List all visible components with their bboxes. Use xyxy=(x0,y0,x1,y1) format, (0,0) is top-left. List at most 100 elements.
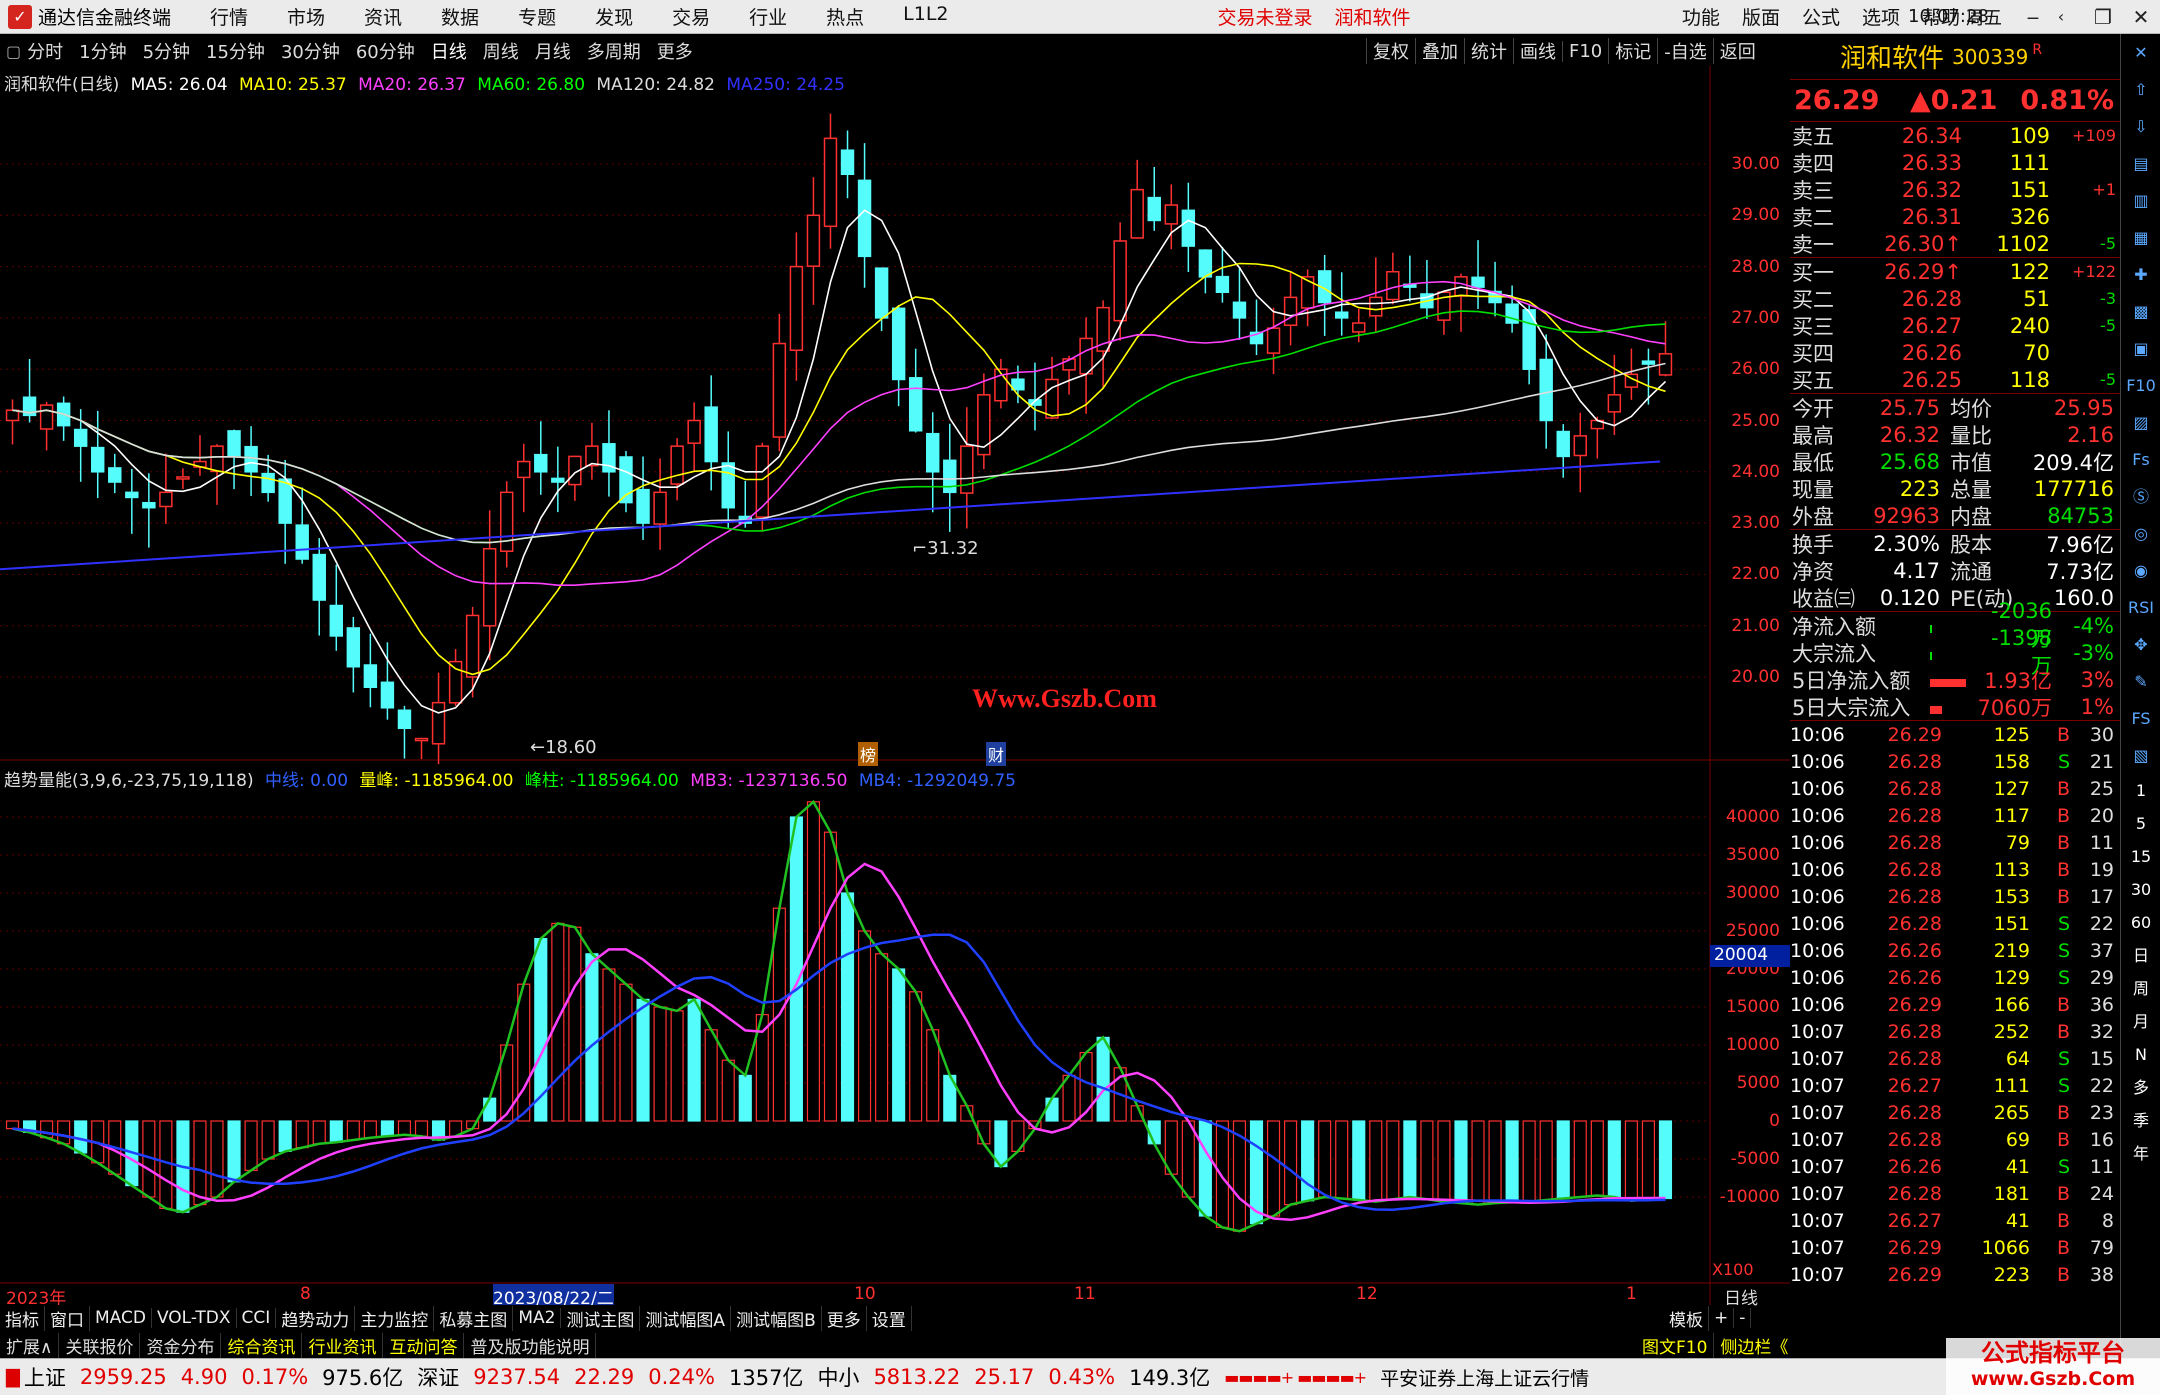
indicator-tab-3[interactable]: VOL-TDX xyxy=(152,1308,237,1328)
side-tool-icon-13[interactable]: ◎ xyxy=(2121,515,2160,552)
side-tool-icon-20[interactable]: 1 xyxy=(2121,774,2160,807)
side-tool-icon-25[interactable]: 日 xyxy=(2121,939,2160,972)
book-row[interactable]: 卖三 26.32 151 +1 xyxy=(1790,176,2120,203)
rank-marker[interactable]: 榜 xyxy=(858,742,879,766)
side-tool-icon-15[interactable]: RSI xyxy=(2121,589,2160,626)
side-tool-icon-4[interactable]: ▥ xyxy=(2121,182,2160,219)
side-tool-icon-18[interactable]: FS xyxy=(2121,700,2160,737)
side-tool-icon-26[interactable]: 周 xyxy=(2121,972,2160,1005)
book-row[interactable]: 卖二 26.31 326 xyxy=(1790,203,2120,230)
indicator-tab-9[interactable]: 测试主图 xyxy=(561,1305,641,1331)
period-tab-1[interactable]: 1分钟 xyxy=(79,38,126,64)
menu-1[interactable]: 市场 xyxy=(287,3,325,30)
provider[interactable]: 平安证券上海上证云行情 xyxy=(1380,1364,1589,1391)
indicator-tab-12[interactable]: 更多 xyxy=(822,1305,867,1331)
side-tool-icon-10[interactable]: ▨ xyxy=(2121,404,2160,441)
indicator-tab-2[interactable]: MACD xyxy=(90,1308,152,1328)
side-tool-icon-5[interactable]: ▦ xyxy=(2121,219,2160,256)
side-tool-icon-9[interactable]: F10 xyxy=(2121,367,2160,404)
template-tab-0[interactable]: 模板 xyxy=(1664,1305,1709,1331)
period-tab-5[interactable]: 60分钟 xyxy=(356,38,415,64)
side-tool-icon-28[interactable]: N xyxy=(2121,1038,2160,1071)
right-menu-2[interactable]: 公式 xyxy=(1802,3,1840,30)
chart-tool-6[interactable]: -自选 xyxy=(1657,38,1713,64)
period-tab-10[interactable]: 更多 xyxy=(657,38,693,64)
maximize-icon[interactable]: ❐ xyxy=(2086,0,2120,34)
indicator-tab-13[interactable]: 设置 xyxy=(867,1305,912,1331)
indicator-tab-8[interactable]: MA2 xyxy=(513,1308,562,1328)
side-tool-icon-2[interactable]: ⇩ xyxy=(2121,108,2160,145)
menu-5[interactable]: 发现 xyxy=(595,3,633,30)
book-row[interactable]: 买三 26.27 240 -5 xyxy=(1790,312,2120,339)
side-tool-icon-22[interactable]: 15 xyxy=(2121,840,2160,873)
side-tab-1[interactable]: 侧边栏《 xyxy=(1714,1333,1796,1358)
indicator-tab-7[interactable]: 私募主图 xyxy=(434,1305,514,1331)
period-tab-4[interactable]: 30分钟 xyxy=(281,38,340,64)
collapse-icon[interactable]: ▢ xyxy=(6,42,21,61)
template-tab-2[interactable]: - xyxy=(1734,1308,1752,1328)
chart-tool-7[interactable]: 返回 xyxy=(1712,38,1762,64)
book-row[interactable]: 买五 26.25 118 -5 xyxy=(1790,366,2120,393)
side-tool-icon-14[interactable]: ◉ xyxy=(2121,552,2160,589)
side-tool-icon-12[interactable]: Ⓢ xyxy=(2121,478,2160,515)
zx-label[interactable]: 中小 xyxy=(817,1362,859,1392)
side-tool-icon-29[interactable]: 多 xyxy=(2121,1071,2160,1104)
menu-7[interactable]: 行业 xyxy=(749,3,787,30)
side-tool-icon-8[interactable]: ▣ xyxy=(2121,330,2160,367)
period-tab-9[interactable]: 多周期 xyxy=(587,38,641,64)
menu-4[interactable]: 专题 xyxy=(518,3,556,30)
template-tab-1[interactable]: + xyxy=(1709,1308,1735,1328)
period-tab-7[interactable]: 周线 xyxy=(483,38,519,64)
chart-tool-5[interactable]: 标记 xyxy=(1608,38,1657,64)
menu-3[interactable]: 数据 xyxy=(441,3,479,30)
indicator-tab-5[interactable]: 趋势动力 xyxy=(276,1305,356,1331)
menu-9[interactable]: L1L2 xyxy=(903,3,948,30)
sh-label[interactable]: 上证 xyxy=(24,1362,66,1392)
period-tab-8[interactable]: 月线 xyxy=(535,38,571,64)
sz-label[interactable]: 深证 xyxy=(417,1362,459,1392)
right-menu-3[interactable]: 选项 xyxy=(1862,3,1900,30)
side-tool-icon-3[interactable]: ▤ xyxy=(2121,145,2160,182)
side-tool-icon-16[interactable]: ✥ xyxy=(2121,626,2160,663)
info-tab-0[interactable]: 扩展∧ xyxy=(0,1333,60,1358)
menu-6[interactable]: 交易 xyxy=(672,3,710,30)
right-menu-0[interactable]: 功能 xyxy=(1682,3,1720,30)
indicator-tab-1[interactable]: 窗口 xyxy=(45,1305,90,1331)
finance-marker[interactable]: 财 xyxy=(986,742,1007,766)
info-tab-5[interactable]: 互动问答 xyxy=(383,1333,465,1358)
indicator-tab-6[interactable]: 主力监控 xyxy=(355,1305,435,1331)
indicator-tab-4[interactable]: CCI xyxy=(237,1308,277,1328)
chart-tool-1[interactable]: 叠加 xyxy=(1415,38,1464,64)
side-tool-icon-24[interactable]: 60 xyxy=(2121,906,2160,939)
side-tool-icon-6[interactable]: ✚ xyxy=(2121,256,2160,293)
period-tab-2[interactable]: 5分钟 xyxy=(143,38,190,64)
book-row[interactable]: 卖一 26.30↑ 1102 -5 xyxy=(1790,230,2120,257)
login-status[interactable]: 交易未登录 xyxy=(1218,3,1313,30)
side-tool-icon-0[interactable]: ✕ xyxy=(2121,34,2160,71)
chart-canvas[interactable] xyxy=(0,66,1790,1306)
chart-tool-0[interactable]: 复权 xyxy=(1366,38,1415,64)
side-tool-icon-7[interactable]: ▩ xyxy=(2121,293,2160,330)
side-tool-icon-27[interactable]: 月 xyxy=(2121,1005,2160,1038)
menu-2[interactable]: 资讯 xyxy=(364,3,402,30)
period-tab-3[interactable]: 15分钟 xyxy=(206,38,265,64)
indicator-tab-11[interactable]: 测试幅图B xyxy=(731,1305,822,1331)
book-row[interactable]: 买二 26.28 51 -3 xyxy=(1790,285,2120,312)
info-tab-1[interactable]: 关联报价 xyxy=(59,1333,141,1358)
chart-tool-4[interactable]: F10 xyxy=(1562,40,1608,62)
side-tab-0[interactable]: 图文F10 xyxy=(1636,1333,1715,1358)
book-row[interactable]: 买四 26.26 70 xyxy=(1790,339,2120,366)
info-tab-2[interactable]: 资金分布 xyxy=(140,1333,222,1358)
right-menu-1[interactable]: 版面 xyxy=(1742,3,1780,30)
side-tool-icon-31[interactable]: 年 xyxy=(2121,1137,2160,1170)
chart-tool-2[interactable]: 统计 xyxy=(1464,38,1513,64)
book-row[interactable]: 卖四 26.33 111 xyxy=(1790,149,2120,176)
indicator-tab-0[interactable]: 指标 xyxy=(0,1305,45,1331)
tick-list[interactable]: 10:06 26.29 125 B 30 10:06 26.28 158 S 21 10:06 26.… xyxy=(1790,721,2120,1288)
side-tool-icon-1[interactable]: ⇧ xyxy=(2121,71,2160,108)
close-icon[interactable]: ✕ xyxy=(2124,0,2158,34)
period-tab-0[interactable]: 分时 xyxy=(27,38,63,64)
menu-8[interactable]: 热点 xyxy=(826,3,864,30)
indicator-tab-10[interactable]: 测试幅图A xyxy=(640,1305,732,1331)
book-row[interactable]: 卖五 26.34 109 +109 xyxy=(1790,122,2120,149)
